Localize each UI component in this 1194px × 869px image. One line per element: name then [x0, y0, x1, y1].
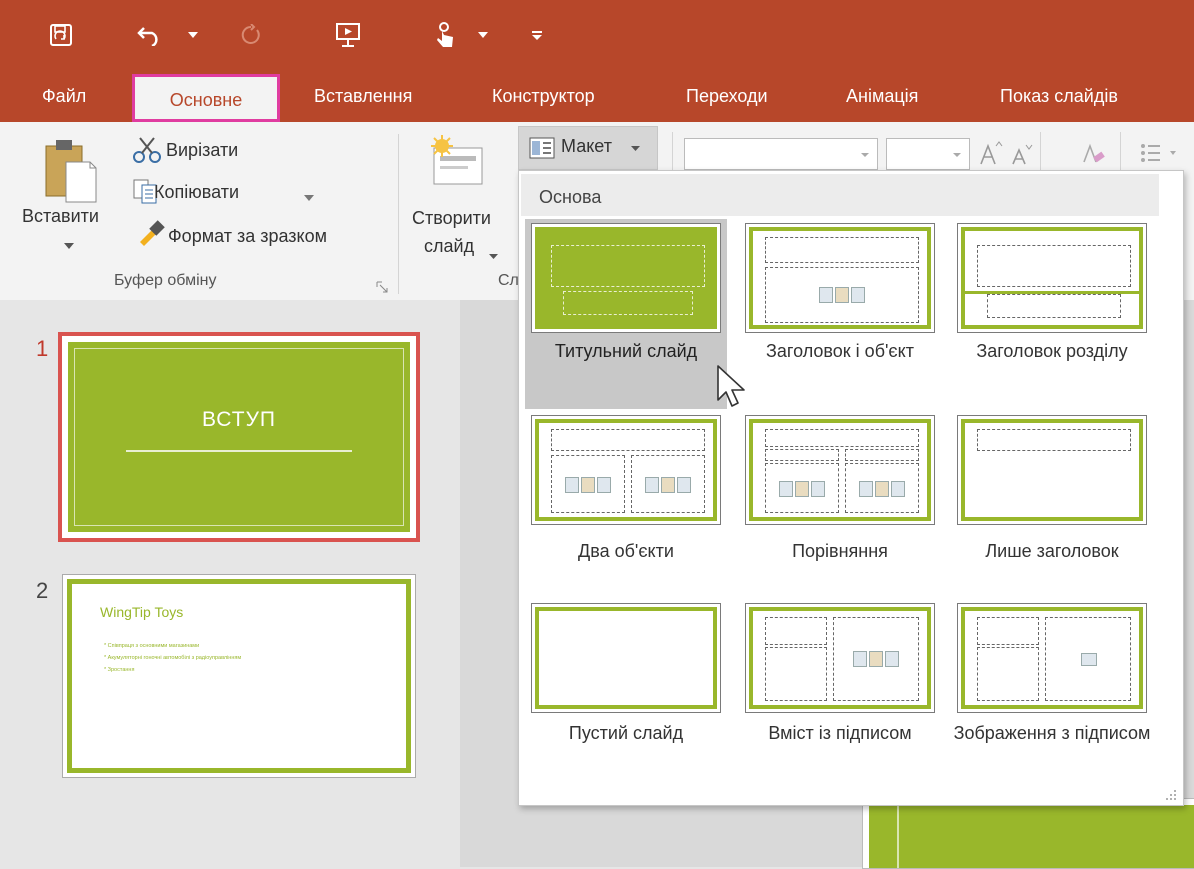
content-placeholder-icon [565, 473, 611, 495]
layout-title-and-content-thumbnail [745, 223, 935, 333]
ribbon-separator [672, 132, 673, 172]
format-painter-icon[interactable] [136, 218, 166, 246]
tab-design[interactable]: Конструктор [492, 70, 595, 122]
tab-animations[interactable]: Анімація [846, 70, 918, 122]
resize-grip-icon[interactable] [1165, 787, 1177, 800]
tab-transitions[interactable]: Переходи [686, 70, 768, 122]
save-icon[interactable] [44, 18, 78, 52]
layout-title-and-content[interactable]: Заголовок і об'єкт [739, 219, 941, 409]
touch-mode-icon[interactable] [428, 18, 462, 52]
layout-label: Заголовок розділу [976, 341, 1128, 361]
tab-home[interactable]: Основне [132, 74, 280, 122]
slide-bullets: * Співпраця з основними магазинами * Аку… [104, 643, 242, 673]
ribbon-separator [1040, 132, 1041, 172]
layout-comparison[interactable]: Порівняння [739, 411, 941, 601]
font-name-dropdown-icon [861, 153, 869, 157]
layout-title-slide[interactable]: Титульний слайд [525, 219, 727, 409]
layout-picture-with-caption-thumbnail [957, 603, 1147, 713]
copy-dropdown-icon[interactable] [304, 188, 314, 206]
layout-content-with-caption-thumbnail [745, 603, 935, 713]
title-underline [126, 450, 352, 452]
new-slide-dropdown-icon[interactable] [489, 246, 498, 264]
layout-gallery: Основа Титульний слайд Заголовок і об'єк… [518, 170, 1184, 806]
picture-placeholder-icon [1081, 653, 1097, 666]
layout-picture-with-caption[interactable]: Зображення з підписом [951, 599, 1153, 789]
layout-label: Зображення з підписом [953, 723, 1151, 743]
layout-gallery-header: Основа [521, 174, 1159, 216]
layout-dropdown-icon [631, 146, 640, 151]
paste-icon[interactable] [42, 136, 98, 206]
bullets-icon[interactable] [1140, 142, 1180, 164]
tab-file[interactable]: Файл [42, 70, 86, 122]
paste-button[interactable]: Вставити [22, 206, 99, 227]
layout-label: Лише заголовок [985, 541, 1119, 561]
clipboard-group-label: Буфер обміну [114, 272, 217, 289]
layout-section-header-thumbnail [957, 223, 1147, 333]
cut-icon[interactable] [132, 136, 162, 164]
tab-insert[interactable]: Вставлення [314, 70, 412, 122]
layout-label: Пустий слайд [568, 723, 684, 743]
font-size-input[interactable] [886, 138, 970, 170]
slide-title: ВСТУП [201, 408, 277, 431]
ribbon-separator [1120, 132, 1121, 172]
font-size-dropdown-icon [953, 153, 961, 157]
layout-content-with-caption[interactable]: Вміст із підписом [739, 599, 941, 789]
slide-number: 2 [36, 578, 49, 603]
content-placeholder-icon [645, 473, 691, 495]
layout-title-only-thumbnail [957, 415, 1147, 525]
layout-button[interactable]: Макет [518, 126, 658, 170]
layout-label: Заголовок і об'єкт [766, 341, 914, 361]
undo-icon[interactable] [130, 18, 170, 52]
layout-button-label: Макет [561, 136, 612, 156]
slide-number: 1 [36, 336, 49, 361]
slide-thumbnail-1[interactable]: ВСТУП [58, 332, 420, 542]
current-slide-canvas[interactable] [862, 798, 1194, 869]
decrease-font-size-icon[interactable] [1010, 142, 1034, 166]
redo-icon[interactable] [234, 18, 268, 52]
copy-button[interactable]: Копіювати [154, 182, 239, 203]
touch-dropdown-icon[interactable] [472, 18, 494, 52]
format-painter-button[interactable]: Формат за зразком [168, 226, 327, 247]
layout-label: Вміст із підписом [768, 723, 912, 743]
layout-two-content[interactable]: Два об'єкти [525, 411, 727, 601]
content-placeholder-icon [853, 647, 899, 669]
paste-dropdown-icon[interactable] [64, 236, 74, 254]
layout-two-content-thumbnail [531, 415, 721, 525]
undo-dropdown-icon[interactable] [182, 18, 204, 52]
layout-label: Титульний слайд [554, 341, 698, 361]
layout-title-only[interactable]: Лише заголовок [951, 411, 1153, 601]
quick-access-toolbar [0, 0, 1194, 70]
new-slide-button[interactable]: Створити [412, 208, 491, 229]
increase-font-size-icon[interactable] [978, 140, 1004, 166]
slide-title: WingTip Toys [100, 604, 184, 620]
slide-thumbnail-pane: 1 ВСТУП 2 WingTip Toys * Співпраця з осн… [0, 300, 460, 867]
cut-button[interactable]: Вирізати [166, 140, 238, 161]
start-from-beginning-icon[interactable] [328, 18, 368, 52]
layout-title-slide-thumbnail [531, 223, 721, 333]
tab-slide-show[interactable]: Показ слайдів [1000, 70, 1118, 122]
layout-blank[interactable]: Пустий слайд [525, 599, 727, 789]
ribbon-separator [398, 134, 399, 294]
content-placeholder-icon [859, 477, 905, 499]
ribbon-tabs: Файл Основне Вставлення Конструктор Пере… [0, 70, 1194, 122]
font-name-input[interactable] [684, 138, 878, 170]
layout-label: Два об'єкти [578, 541, 674, 561]
content-placeholder-icon [819, 283, 865, 305]
clear-formatting-icon[interactable] [1080, 140, 1106, 166]
layout-section-header[interactable]: Заголовок розділу [951, 219, 1153, 409]
content-placeholder-icon [779, 477, 825, 499]
customize-qat-icon[interactable] [526, 18, 548, 52]
slide-thumbnail-2[interactable]: WingTip Toys * Співпраця з основними маг… [62, 574, 416, 778]
layout-label: Порівняння [792, 541, 888, 561]
slides-group-label: Сл [498, 272, 519, 289]
mouse-pointer-icon [716, 364, 750, 412]
new-slide-icon[interactable] [426, 134, 490, 194]
layout-comparison-thumbnail [745, 415, 935, 525]
layout-blank-thumbnail [531, 603, 721, 713]
clipboard-launcher-icon[interactable] [376, 280, 388, 298]
layout-icon [529, 137, 555, 159]
new-slide-button-line2[interactable]: слайд [424, 236, 474, 257]
